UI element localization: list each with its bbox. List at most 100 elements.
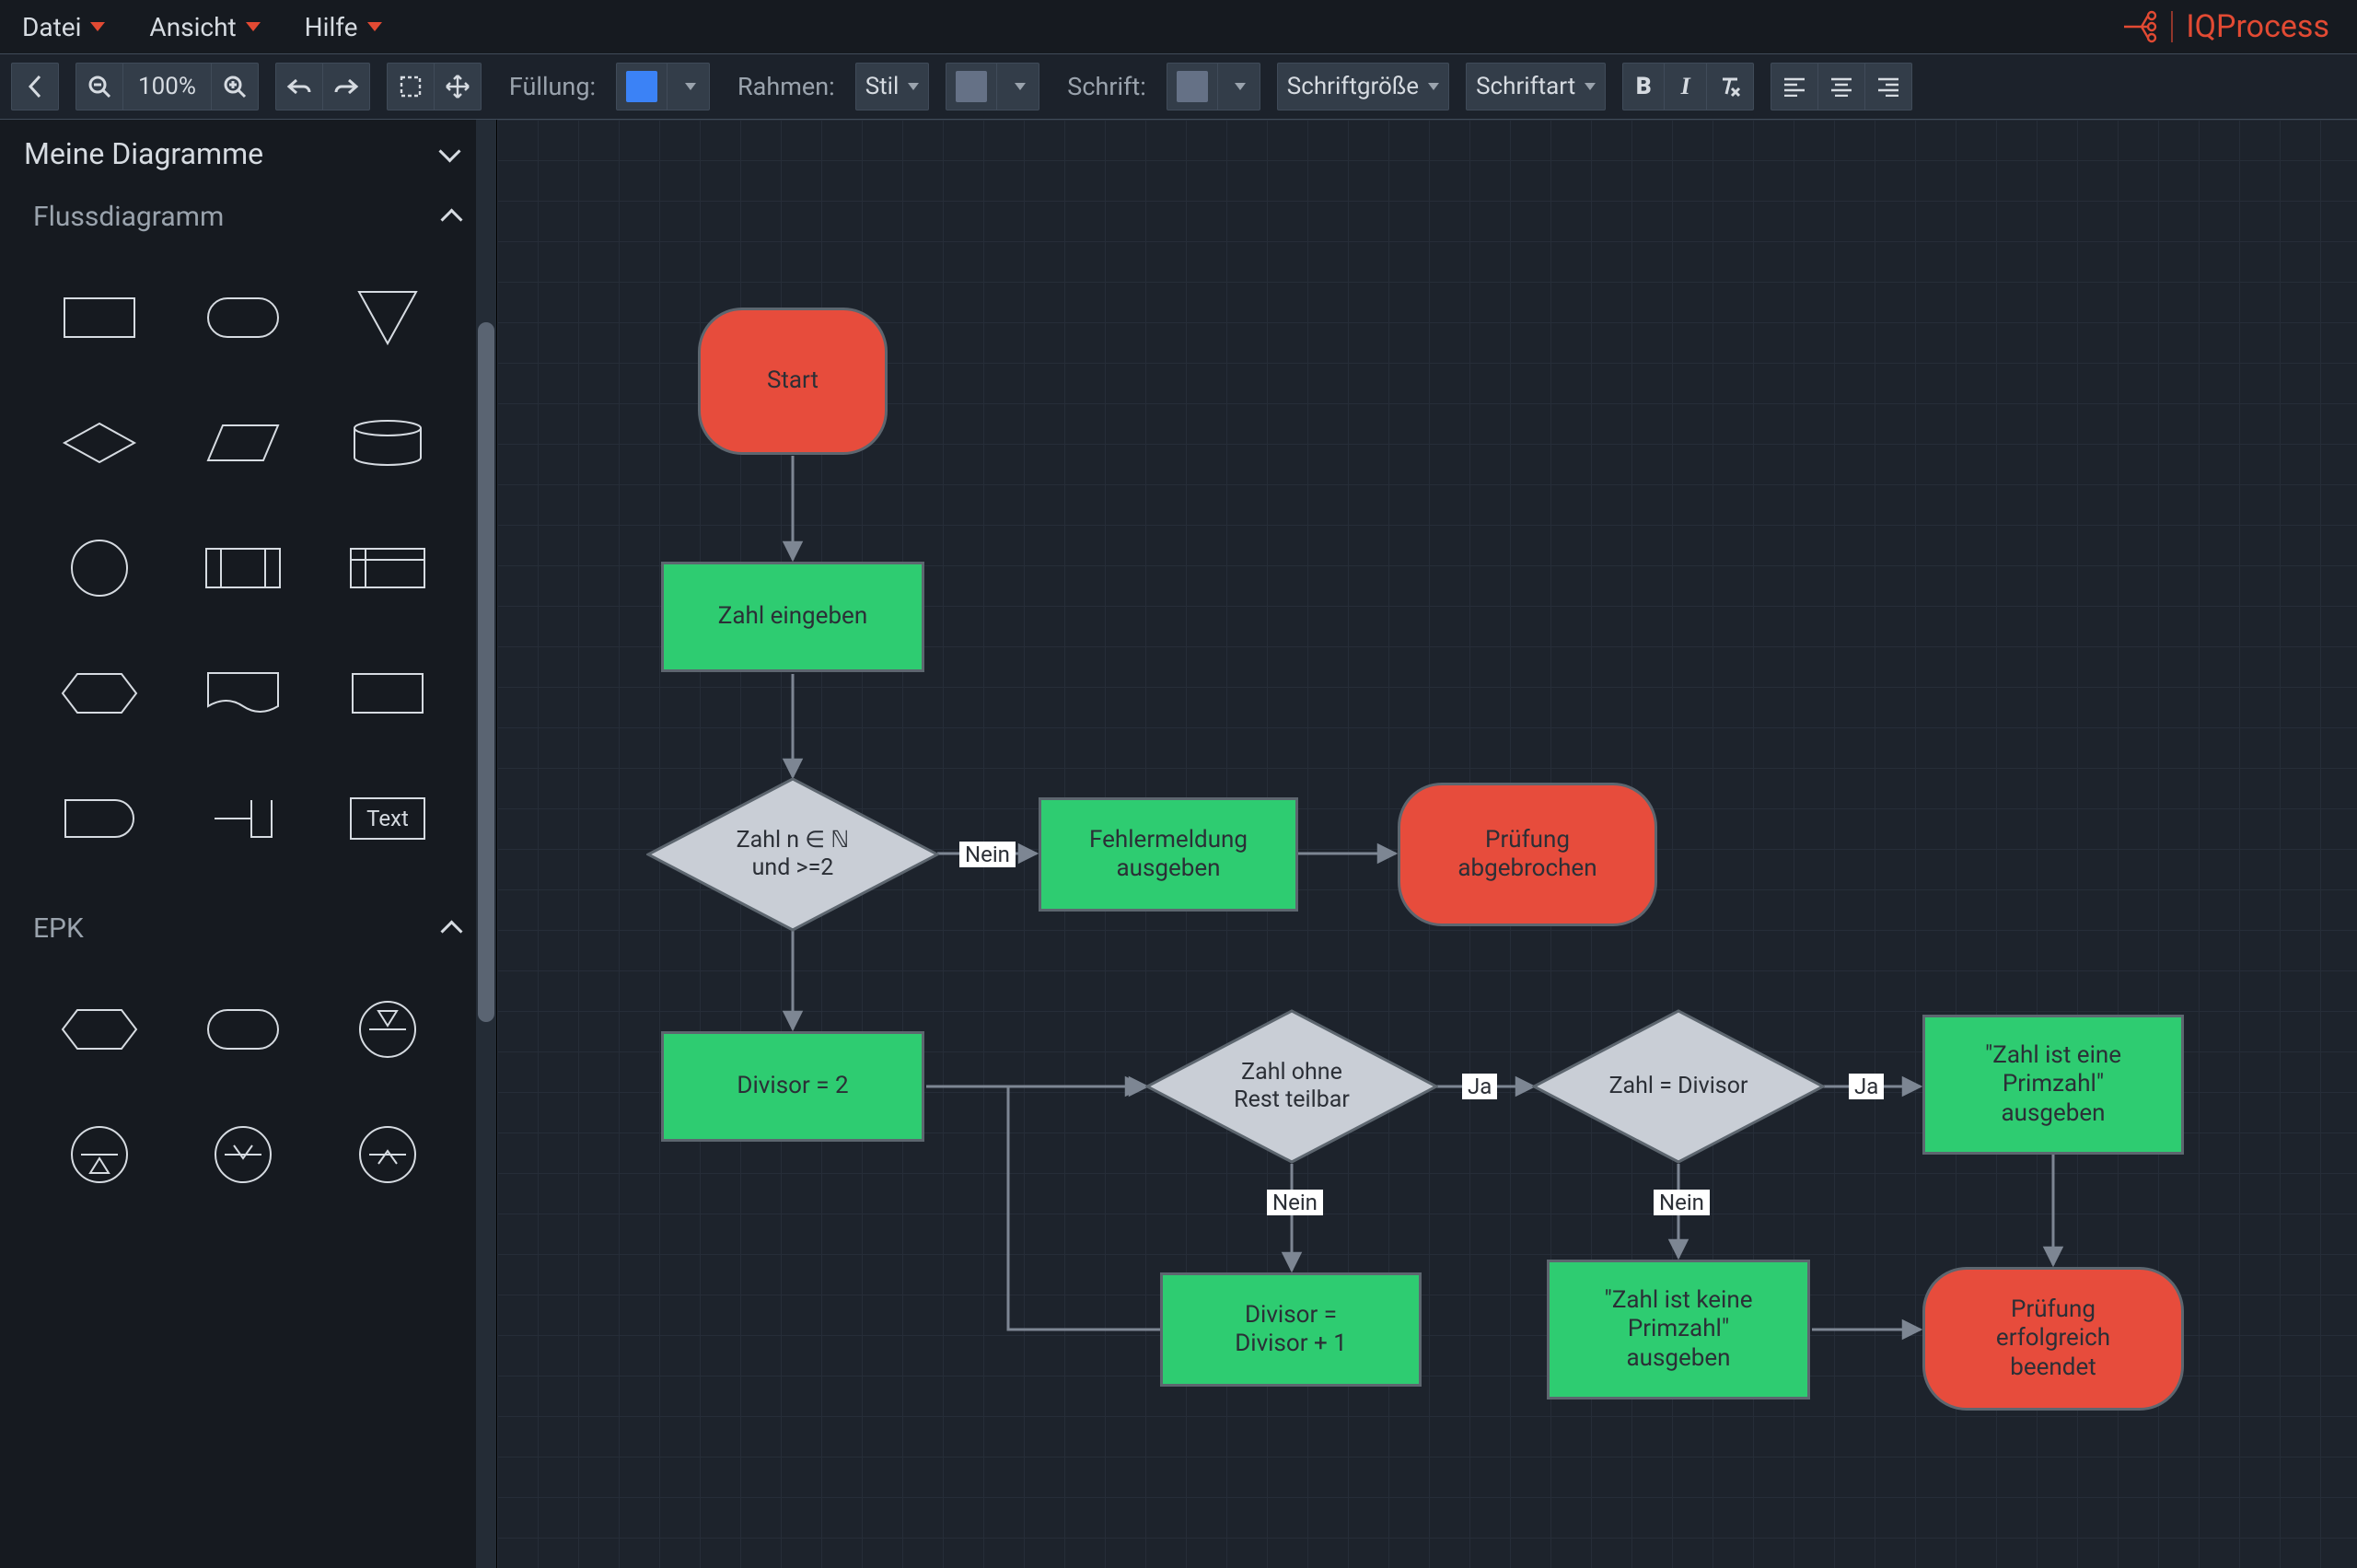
shape-junction[interactable] bbox=[190, 774, 296, 863]
node-not-prime[interactable]: "Zahl ist keine Primzahl" ausgeben bbox=[1547, 1260, 1810, 1400]
align-right-button[interactable] bbox=[1865, 63, 1912, 110]
align-left-button[interactable] bbox=[1771, 63, 1818, 110]
shape-text[interactable]: Text bbox=[334, 774, 441, 863]
fill-dropdown-button[interactable] bbox=[668, 63, 710, 110]
sidebar-scrollbar-thumb[interactable] bbox=[478, 322, 494, 1022]
shape-predefined[interactable] bbox=[190, 524, 296, 612]
shape-and-gate[interactable] bbox=[46, 1110, 153, 1199]
zoom-in-button[interactable] bbox=[212, 63, 259, 110]
move-icon bbox=[444, 73, 471, 100]
node-input[interactable]: Zahl eingeben bbox=[661, 562, 924, 672]
shape-hexagon-epk[interactable] bbox=[46, 985, 153, 1074]
node-abort[interactable]: Prüfung abgebrochen bbox=[1398, 783, 1657, 926]
shape-xor-gate[interactable] bbox=[334, 985, 441, 1074]
border-style-group: Stil bbox=[855, 63, 930, 110]
border-style-button[interactable]: Stil bbox=[855, 63, 930, 110]
move-button[interactable] bbox=[435, 63, 482, 110]
marquee-icon bbox=[397, 73, 424, 100]
fill-color-button[interactable] bbox=[616, 63, 668, 110]
node-div2[interactable]: Divisor = 2 bbox=[661, 1031, 924, 1142]
section-flowchart[interactable]: Flussdiagramm bbox=[0, 188, 496, 246]
font-color-dropdown[interactable] bbox=[1218, 63, 1260, 110]
font-family-button[interactable]: Schriftart bbox=[1466, 63, 1606, 110]
shape-or-gate[interactable] bbox=[190, 1110, 296, 1199]
menubar: Datei Ansicht Hilfe IQProcess bbox=[0, 0, 2357, 53]
border-color-dropdown[interactable] bbox=[997, 63, 1039, 110]
menu-view[interactable]: Ansicht bbox=[145, 6, 263, 48]
undo-redo-group bbox=[275, 63, 370, 110]
node-error[interactable]: Fehlermeldung ausgeben bbox=[1039, 797, 1298, 912]
shape-card[interactable] bbox=[334, 649, 441, 738]
panel-diagrams[interactable]: Meine Diagramme bbox=[0, 120, 496, 188]
chevron-down-icon bbox=[1235, 83, 1246, 90]
font-family-group: Schriftart bbox=[1466, 63, 1606, 110]
node-done[interactable]: Prüfung erfolgreich beendet bbox=[1922, 1267, 2184, 1411]
undo-button[interactable] bbox=[275, 63, 323, 110]
menu-view-label: Ansicht bbox=[149, 12, 236, 42]
edge-label-nein: Nein bbox=[959, 842, 1016, 867]
menu-help-label: Hilfe bbox=[305, 12, 358, 42]
chevron-down-icon bbox=[1428, 83, 1439, 90]
chevron-down-icon bbox=[246, 22, 261, 31]
marquee-button[interactable] bbox=[387, 63, 435, 110]
shape-internal-storage[interactable] bbox=[334, 524, 441, 612]
clear-format-icon bbox=[1716, 73, 1744, 100]
bold-icon: B bbox=[1636, 73, 1652, 100]
brand-divider bbox=[2171, 11, 2173, 42]
edge-label-ja: Ja bbox=[1849, 1074, 1884, 1099]
node-inc[interactable]: Divisor = Divisor + 1 bbox=[1160, 1272, 1422, 1387]
text-style-group: B I bbox=[1622, 63, 1754, 110]
zoom-out-icon bbox=[86, 73, 113, 100]
canvas[interactable]: Start Zahl eingeben Zahl n ∈ ℕ und >=2 F… bbox=[497, 120, 2357, 1568]
shape-circle[interactable] bbox=[46, 524, 153, 612]
node-check-eq[interactable]: Zahl = Divisor bbox=[1532, 1009, 1825, 1164]
shape-rectangle[interactable] bbox=[46, 273, 153, 362]
shape-triangle-down[interactable] bbox=[334, 273, 441, 362]
zoom-in-icon bbox=[221, 73, 249, 100]
align-left-icon bbox=[1781, 73, 1808, 100]
shape-rounded-rect[interactable] bbox=[190, 273, 296, 362]
chevron-down-icon bbox=[1585, 83, 1596, 90]
shape-cylinder[interactable] bbox=[334, 399, 441, 487]
panel-diagrams-label: Meine Diagramme bbox=[24, 136, 263, 171]
border-label: Rahmen: bbox=[726, 72, 839, 101]
sidebar-scrollbar-track[interactable] bbox=[476, 120, 496, 1568]
chevron-down-icon bbox=[367, 22, 382, 31]
chevron-down-icon bbox=[908, 83, 919, 90]
font-size-button[interactable]: Schriftgröße bbox=[1277, 63, 1449, 110]
italic-button[interactable]: I bbox=[1665, 63, 1707, 110]
align-center-button[interactable] bbox=[1818, 63, 1865, 110]
border-swatch bbox=[956, 71, 987, 102]
brand: IQProcess bbox=[2121, 0, 2329, 53]
shape-delay[interactable] bbox=[46, 774, 153, 863]
node-check-n[interactable]: Zahl n ∈ ℕ und >=2 bbox=[646, 777, 939, 932]
zoom-value[interactable]: 100% bbox=[123, 63, 212, 110]
shape-hexagon[interactable] bbox=[46, 649, 153, 738]
font-color-button[interactable] bbox=[1167, 63, 1218, 110]
back-button[interactable] bbox=[11, 63, 59, 110]
chevron-down-icon bbox=[439, 144, 459, 164]
bold-button[interactable]: B bbox=[1622, 63, 1665, 110]
clear-format-button[interactable] bbox=[1707, 63, 1754, 110]
redo-button[interactable] bbox=[323, 63, 370, 110]
menu-help[interactable]: Hilfe bbox=[301, 6, 386, 48]
shape-diamond[interactable] bbox=[46, 399, 153, 487]
align-right-icon bbox=[1875, 73, 1902, 100]
shape-parallelogram[interactable] bbox=[190, 399, 296, 487]
menu-file[interactable]: Datei bbox=[18, 6, 109, 48]
font-swatch bbox=[1177, 71, 1208, 102]
shape-rounded-epk[interactable] bbox=[190, 985, 296, 1074]
chevron-up-icon bbox=[444, 918, 459, 939]
chevron-left-icon bbox=[21, 73, 49, 100]
chevron-up-icon bbox=[444, 206, 459, 227]
node-check-rest[interactable]: Zahl ohne Rest teilbar bbox=[1145, 1009, 1438, 1164]
node-start[interactable]: Start bbox=[698, 308, 888, 455]
section-epk[interactable]: EPK bbox=[0, 900, 496, 958]
redo-icon bbox=[332, 73, 360, 100]
shape-document[interactable] bbox=[190, 649, 296, 738]
chevron-down-icon bbox=[685, 83, 696, 90]
zoom-out-button[interactable] bbox=[75, 63, 123, 110]
border-color-button[interactable] bbox=[946, 63, 997, 110]
node-is-prime[interactable]: "Zahl ist eine Primzahl" ausgeben bbox=[1922, 1015, 2184, 1155]
shape-or-gate-2[interactable] bbox=[334, 1110, 441, 1199]
